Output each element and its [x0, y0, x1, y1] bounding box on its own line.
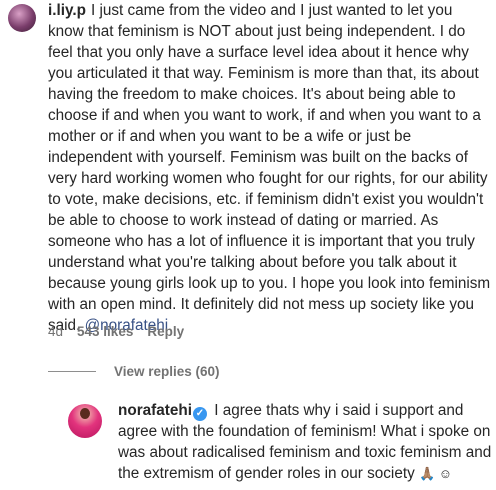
reply-button[interactable]: Reply: [147, 324, 184, 339]
emoji-icons: 🙏🏽 ☺: [418, 466, 453, 481]
verified-badge-icon: ✓: [192, 407, 207, 421]
comment-username[interactable]: i.liy.p: [48, 2, 86, 19]
view-replies-label[interactable]: View replies (60): [114, 364, 220, 379]
comment-text: I just came from the video and I just wa…: [48, 2, 491, 334]
avatar[interactable]: [8, 4, 36, 32]
avatar-figure: [80, 408, 90, 419]
reply-body: norafatehi ✓ I agree thats why i said i s…: [118, 400, 492, 484]
reply-username[interactable]: norafatehi: [118, 402, 192, 419]
comment-age: 4d: [48, 324, 64, 339]
avatar[interactable]: [68, 404, 102, 438]
view-replies[interactable]: View replies (60): [48, 364, 220, 379]
divider: [48, 371, 96, 372]
comment-body: i.liy.p I just came from the video and I …: [48, 0, 492, 336]
likes-count[interactable]: 543 likes: [77, 324, 133, 339]
comment-meta: 4d 543 likes Reply: [48, 324, 184, 339]
